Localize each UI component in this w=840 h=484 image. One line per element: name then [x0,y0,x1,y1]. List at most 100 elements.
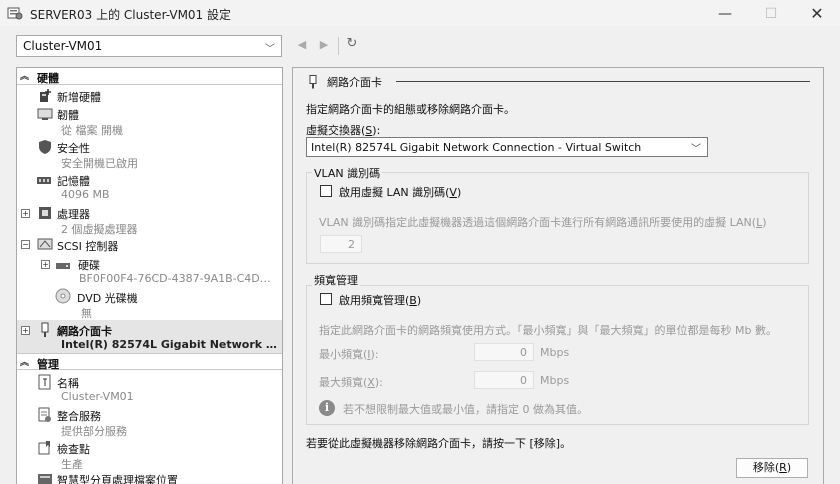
tree-item-processor[interactable]: + 處理器 2 個虛擬處理器 [17,203,282,236]
virtual-switch-select[interactable]: Intel(R) 82574L Gigabit Network Connecti… [306,137,708,157]
chevron-down-icon: ﹀ [691,144,701,155]
bandwidth-help-text: 指定此網路介面卡的網路頻寬使用方式。「最小頻寬」與「最大頻寬」的單位都是每秒 M… [319,324,777,337]
tree-item-detail: 無 [81,307,92,320]
processor-icon [39,207,51,219]
tree-item-detail: 4096 MB [61,188,110,201]
forward-button[interactable]: ▶ [316,38,332,54]
tree-item-add-hardware[interactable]: 新增硬體 [17,87,282,104]
hard-drive-icon [56,263,70,269]
close-icon: ✕ [810,4,824,23]
settings-app-icon [7,7,23,20]
network-adapter-panel: 網路介面卡 指定網路介面卡的組態或移除網路介面卡。 虛擬交換器(S): Inte… [292,67,824,484]
info-icon: i [319,400,335,416]
add-hardware-icon [40,89,51,102]
tree-item-network-adapter[interactable]: + 網路介面卡 Intel(R) 82574L Gigabit Network … [17,320,282,353]
tree-item-hard-drive[interactable]: + 硬碟 BF0F00F4-76CD-4387-9A1B-C4D0715... [17,254,282,286]
remove-instructions: 若要從此虛擬機器移除網路介面卡，請按一下 [移除]。 [306,437,572,450]
max-bandwidth-unit: Mbps [540,374,570,387]
min-bandwidth-label: 最小頻寬(I): [319,348,379,361]
tree-item-label: 安全性 [57,142,90,155]
tree-item-detail: Cluster-VM01 [61,390,134,403]
tree-item-label: 新增硬體 [57,91,101,104]
virtual-switch-value: Intel(R) 82574L Gigabit Network Connecti… [311,141,642,154]
vm-select-value: Cluster-VM01 [23,39,103,53]
tree-item-detail: BF0F00F4-76CD-4387-9A1B-C4D0715... [79,272,277,285]
tree-item-label: SCSI 控制器 [57,240,119,253]
tree-item-smart-paging[interactable]: 智慧型分頁處理檔案位置 [17,470,282,484]
tree-item-detail: Intel(R) 82574L Gigabit Network Con... [61,338,279,351]
remove-button[interactable]: 移除(R) [736,458,808,478]
tree-item-firmware[interactable]: 韌體 從 檔案 開機 [17,104,282,137]
arrow-right-icon: ▶ [319,38,329,51]
network-adapter-icon [41,322,49,337]
tree-item-detail: 從 檔案 開機 [61,124,123,137]
tree-item-scsi-controller[interactable]: − SCSI 控制器 [17,236,282,253]
vlan-enable-label: 啟用虛擬 LAN 識別碼(V) [339,186,462,199]
arrow-left-icon: ◀ [297,38,307,51]
hardware-section-header[interactable]: ︽ 硬體 [17,68,282,85]
hardware-section-label: 硬體 [37,72,59,85]
tree-item-label: 檢查點 [57,443,90,456]
vlan-enable-checkbox[interactable] [320,185,332,197]
tree-item-label: 名稱 [57,377,79,390]
bandwidth-group-title: 頻寬管理 [312,272,360,288]
bandwidth-enable-label: 啟用頻寬管理(B) [339,294,422,307]
vlan-id-input[interactable]: 2 [320,235,362,253]
tree-item-detail: 2 個虛擬處理器 [61,223,138,236]
vlan-group-title: VLAN 識別碼 [312,165,383,181]
tree-item-integration-services[interactable]: 整合服務 提供部分服務 [17,405,282,438]
expand-icon[interactable]: + [41,260,50,269]
integration-services-icon [38,407,51,422]
title-bar: SERVER03 上的 Cluster-VM01 設定 — ☐ ✕ [0,0,840,27]
shield-icon [39,140,51,154]
minimize-icon: — [718,5,732,22]
refresh-button[interactable]: ↻ [344,36,360,52]
panel-description: 指定網路介面卡的組態或移除網路介面卡。 [306,103,515,116]
min-bandwidth-unit: Mbps [540,346,570,359]
maximize-icon: ☐ [764,5,778,22]
vlan-help-text: VLAN 識別碼指定此虛擬機器透過這個網路介面卡進行所有網路通訊所要使用的虛擬 … [319,216,767,229]
toolbar-divider [338,37,339,55]
management-section-label: 管理 [37,358,59,371]
collapse-node-icon[interactable]: − [21,240,30,249]
collapse-icon: ︽ [20,72,30,82]
dvd-disc-icon [55,288,71,304]
smart-paging-icon [38,474,52,484]
tree-item-label: 硬碟 [78,259,100,272]
maximize-button[interactable]: ☐ [748,0,794,27]
tree-item-label: 處理器 [57,208,90,221]
network-adapter-icon [309,75,317,89]
tree-item-label: 智慧型分頁處理檔案位置 [57,474,178,484]
tree-item-label: DVD 光碟機 [77,292,138,305]
memory-icon [37,177,51,184]
tree-item-dvd-drive[interactable]: DVD 光碟機 無 [17,287,282,320]
settings-tree: ︽ 硬體 新增硬體 韌體 從 檔案 開機 安全性 安全開機已啟用 記憶體 409… [16,67,283,484]
bandwidth-enable-checkbox[interactable] [320,293,332,305]
expand-icon[interactable]: + [21,209,30,218]
tree-item-security[interactable]: 安全性 安全開機已啟用 [17,137,282,170]
checkpoint-icon [38,441,50,455]
tree-item-label: 整合服務 [57,410,101,423]
vm-select[interactable]: Cluster-VM01 ﹀ [16,35,282,57]
virtual-switch-label: 虛擬交換器(S): [306,124,381,137]
tree-item-memory[interactable]: 記憶體 4096 MB [17,170,282,202]
window-title: SERVER03 上的 Cluster-VM01 設定 [30,8,232,22]
tree-item-detail: 提供部分服務 [61,425,127,438]
expand-icon[interactable]: + [21,326,30,335]
tree-item-label: 記憶體 [57,175,90,188]
max-bandwidth-input[interactable]: 0 [474,371,534,389]
name-icon [38,374,51,390]
management-section-header[interactable]: ︽ 管理 [17,353,282,371]
panel-title-rule [396,81,810,82]
tree-item-checkpoints[interactable]: 檢查點 生產 [17,438,282,471]
collapse-icon: ︽ [20,358,30,368]
close-button[interactable]: ✕ [794,0,840,27]
back-button[interactable]: ◀ [294,38,310,54]
minimize-button[interactable]: — [702,0,748,27]
scsi-controller-icon [37,238,53,250]
tree-item-name[interactable]: 名稱 Cluster-VM01 [17,372,282,404]
firmware-icon [37,108,53,120]
min-bandwidth-input[interactable]: 0 [474,343,534,361]
tree-item-label: 韌體 [57,109,79,122]
refresh-icon: ↻ [346,36,358,51]
